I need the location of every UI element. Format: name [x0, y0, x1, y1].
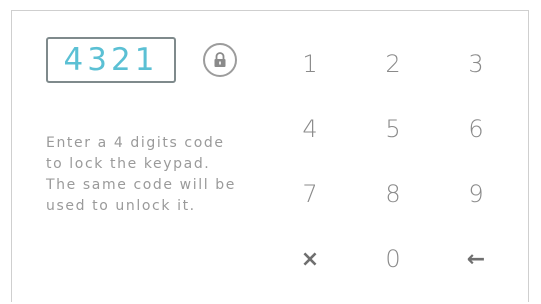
code-value: 4321: [63, 42, 159, 78]
key-label: 9: [468, 180, 484, 208]
lock-button[interactable]: [203, 43, 237, 77]
clear-key[interactable]: ×: [280, 239, 340, 279]
key-7[interactable]: 7: [280, 174, 340, 214]
key-label: 4: [302, 115, 318, 143]
key-1[interactable]: 1: [280, 44, 340, 84]
backspace-key[interactable]: ←: [446, 239, 506, 279]
key-label: 6: [468, 115, 484, 143]
key-2[interactable]: 2: [363, 44, 423, 84]
key-label: 2: [385, 50, 401, 78]
key-label: 1: [302, 50, 318, 78]
key-label: 8: [385, 180, 401, 208]
key-label: 7: [302, 180, 318, 208]
code-display: 4321: [46, 37, 176, 83]
key-8[interactable]: 8: [363, 174, 423, 214]
keypad-panel: 4321 Enter a 4 digits code to lock the k…: [11, 10, 529, 302]
lock-icon: [214, 52, 226, 67]
backspace-arrow-icon: ←: [466, 246, 486, 272]
key-4[interactable]: 4: [280, 109, 340, 149]
key-6[interactable]: 6: [446, 109, 506, 149]
key-label: 0: [385, 245, 401, 273]
key-label: 5: [385, 115, 401, 143]
key-3[interactable]: 3: [446, 44, 506, 84]
key-0[interactable]: 0: [363, 239, 423, 279]
clear-icon: ×: [300, 246, 320, 272]
instruction-text: Enter a 4 digits code to lock the keypad…: [46, 135, 236, 214]
key-label: 3: [468, 50, 484, 78]
key-9[interactable]: 9: [446, 174, 506, 214]
key-5[interactable]: 5: [363, 109, 423, 149]
